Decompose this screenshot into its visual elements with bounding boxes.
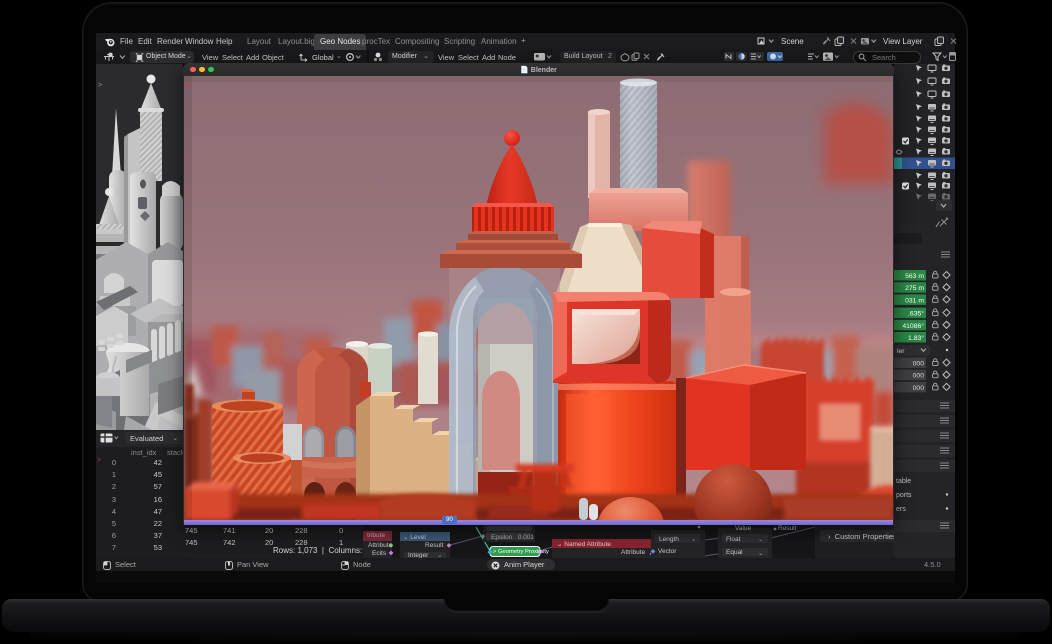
svg-text:ports: ports: [896, 492, 912, 499]
svg-text:000: 000: [913, 373, 925, 380]
svg-text:031 m: 031 m: [905, 297, 924, 304]
svg-text:table: table: [896, 478, 911, 485]
svg-text:⌄: ⌄: [880, 83, 886, 90]
svg-text:563 m: 563 m: [905, 273, 924, 280]
svg-text:.635°: .635°: [908, 310, 924, 318]
svg-text:41086°: 41086°: [902, 322, 924, 330]
svg-text:1.83°: 1.83°: [908, 334, 924, 342]
svg-text:000: 000: [913, 385, 925, 392]
svg-text:ers: ers: [896, 506, 906, 513]
svg-text:275 m: 275 m: [905, 285, 924, 292]
svg-text:000: 000: [913, 361, 925, 368]
svg-text:˃: ˃: [186, 81, 191, 90]
svg-text:ler: ler: [897, 348, 905, 355]
